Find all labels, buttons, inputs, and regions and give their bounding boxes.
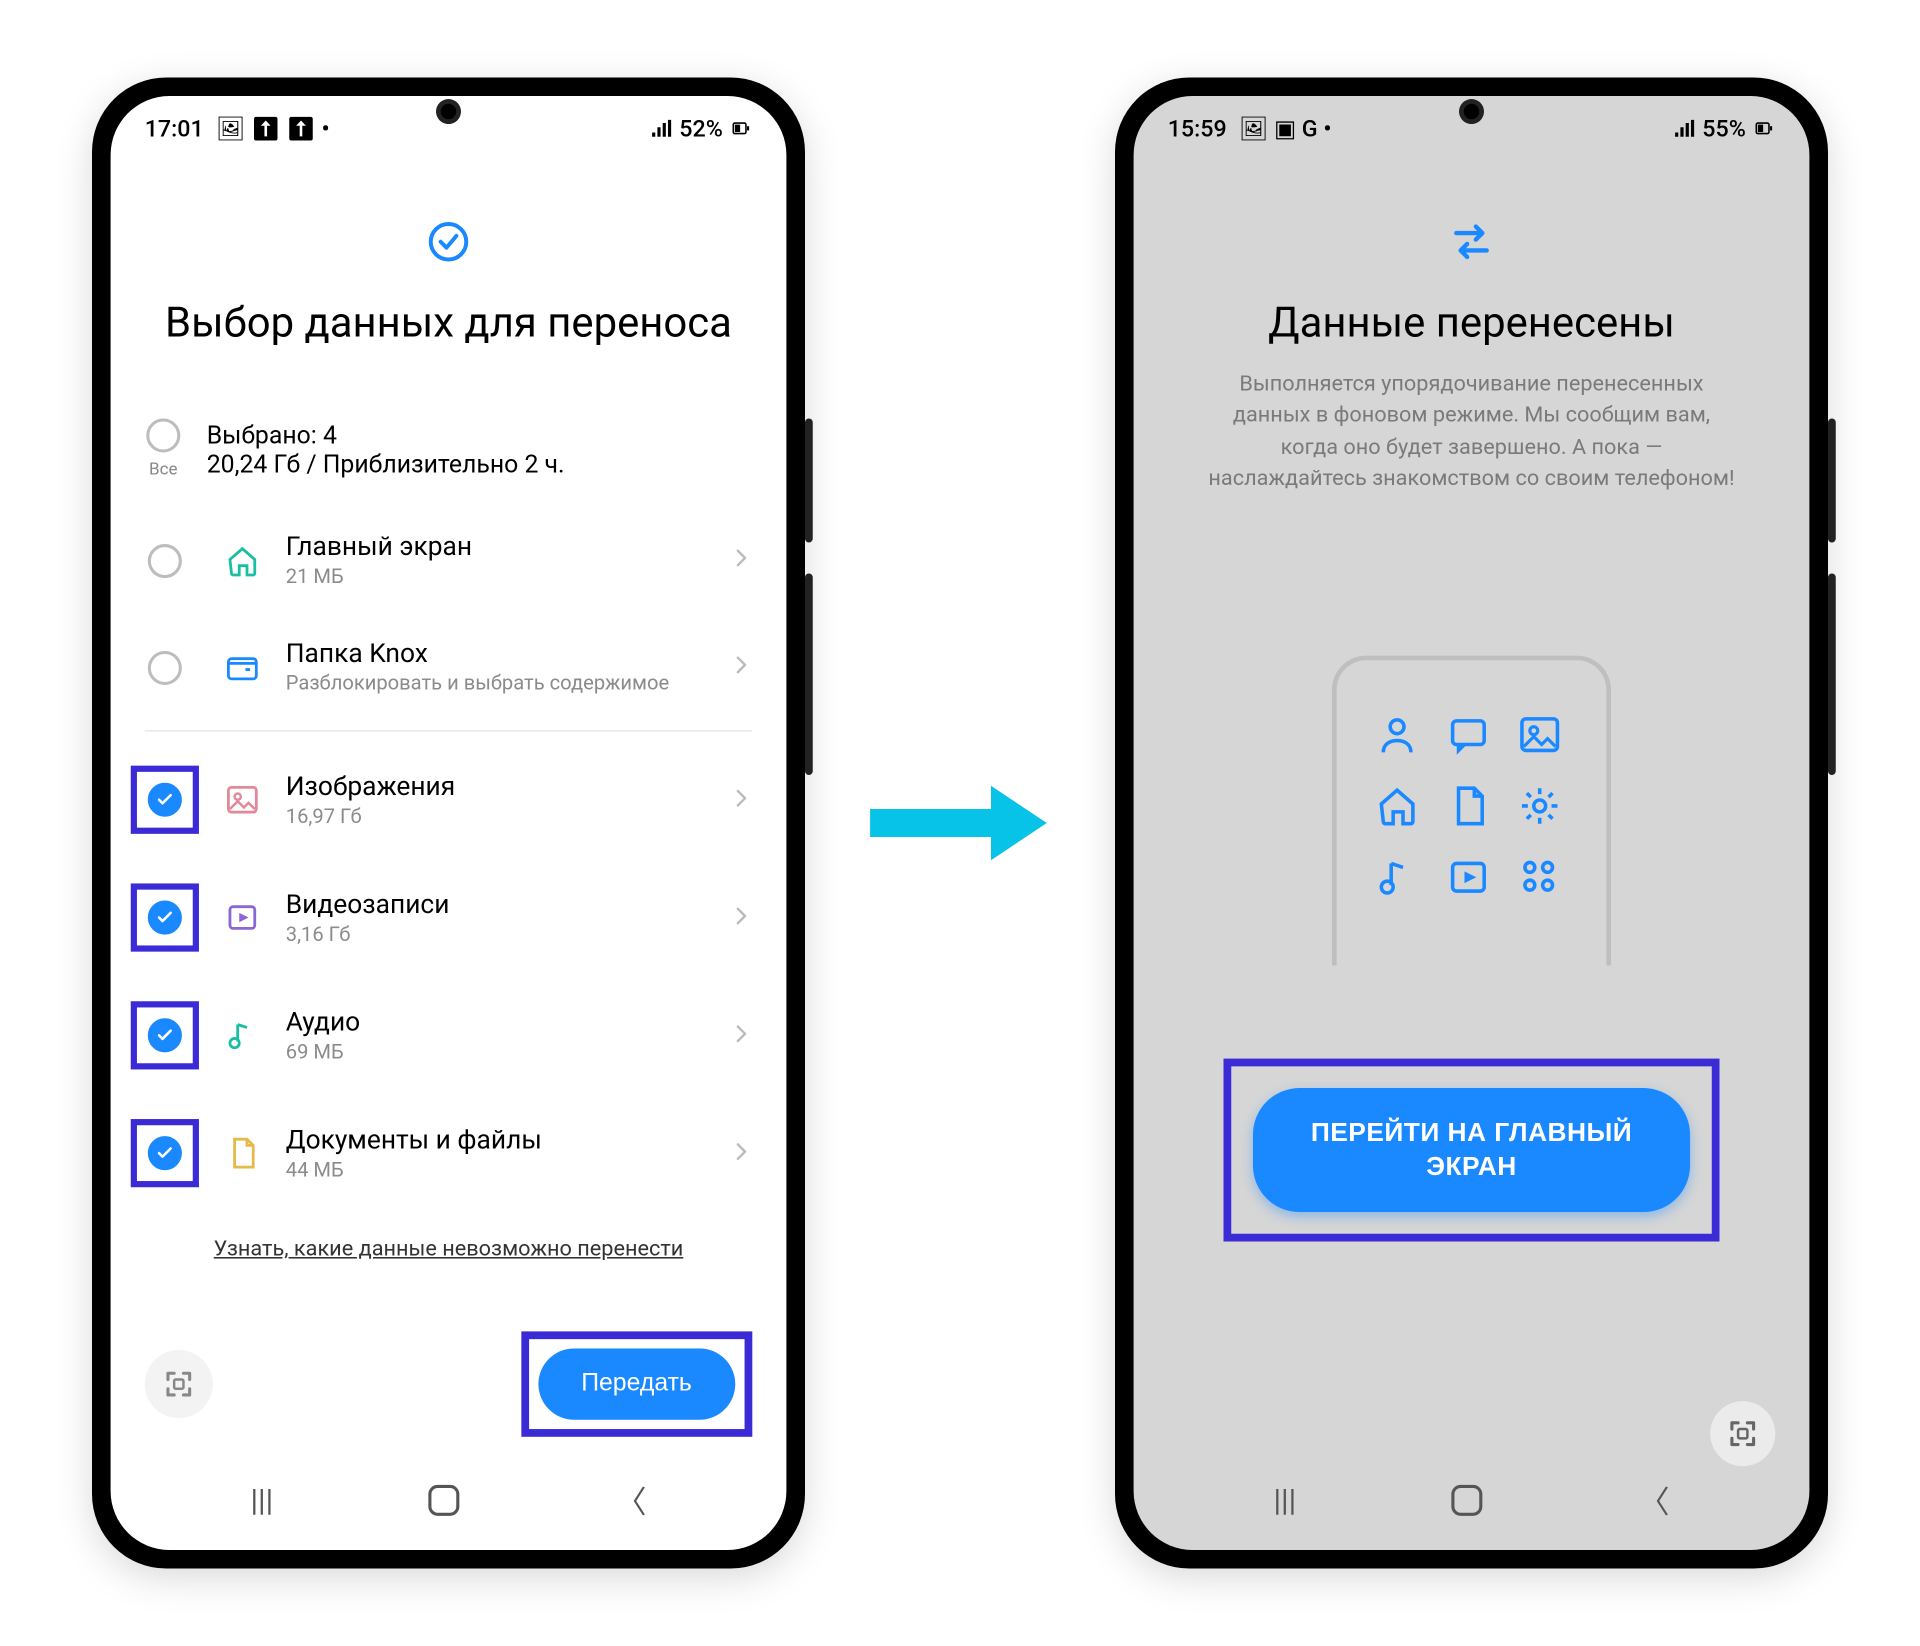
- image-icon: [1518, 713, 1561, 756]
- item-title: Аудио: [286, 1007, 706, 1038]
- scan-icon: [1726, 1417, 1760, 1451]
- selected-detail: 20,24 Гб / Приблизительно 2 ч.: [207, 449, 565, 478]
- item-checkbox[interactable]: [148, 650, 182, 684]
- page-description: Выполняется упорядочивание перенесенных …: [1171, 369, 1772, 495]
- item-title: Главный экран: [286, 532, 706, 563]
- status-icons-left: 🖼 ⬆ ⬆ •: [210, 115, 330, 143]
- phone-right: 15:59 🖼 ▣ G • 55% Данные перенесены Выпо…: [1115, 77, 1828, 1568]
- music-icon: [1375, 856, 1418, 899]
- item-title: Документы и файлы: [286, 1124, 706, 1155]
- status-battery: 52%: [679, 115, 723, 143]
- selection-summary[interactable]: Все Выбрано: 4 20,24 Гб / Приблизительно…: [145, 384, 753, 506]
- data-row-folder[interactable]: Папка Knox Разблокировать и выбрать содер…: [145, 614, 753, 721]
- doc-icon: [1447, 785, 1490, 828]
- checkbox-highlight: [131, 1119, 199, 1187]
- data-row-video[interactable]: Видеозаписи 3,16 Гб: [145, 859, 753, 977]
- item-checkbox[interactable]: [148, 1136, 182, 1170]
- divider: [145, 730, 753, 732]
- selected-count: Выбрано: 4: [207, 419, 565, 448]
- checkbox-highlight: [131, 883, 199, 951]
- primary-button-highlight: ПЕРЕЙТИ НА ГЛАВНЫЙ ЭКРАН: [1224, 1059, 1720, 1242]
- nav-home[interactable]: [429, 1484, 460, 1515]
- nav-back[interactable]: 〈: [616, 1477, 647, 1522]
- folder-icon: [224, 649, 261, 686]
- music-icon: [224, 1017, 261, 1054]
- item-sub: 44 МБ: [286, 1159, 706, 1182]
- chevron-right-icon: [731, 1021, 753, 1050]
- page-title: Данные перенесены: [1171, 298, 1772, 348]
- transfer-button-highlight: Передать: [521, 1331, 753, 1436]
- doc-icon: [224, 1135, 261, 1172]
- item-sub: 3,16 Гб: [286, 923, 706, 946]
- data-row-music[interactable]: Аудио 69 МБ: [145, 976, 753, 1094]
- scan-button[interactable]: [1710, 1401, 1775, 1466]
- camera-punchhole: [1459, 99, 1484, 124]
- scan-icon: [162, 1367, 196, 1401]
- header: Данные перенесены Выполняется упорядочив…: [1134, 152, 1810, 532]
- data-row-home[interactable]: Главный экран 21 МБ: [145, 507, 753, 614]
- transferred-categories-illustration: [1332, 656, 1611, 966]
- home-icon: [1375, 785, 1418, 828]
- check-circle-icon: [427, 220, 470, 263]
- item-checkbox[interactable]: [148, 901, 182, 935]
- scan-button[interactable]: [145, 1350, 213, 1418]
- swap-icon: [1450, 220, 1493, 263]
- chevron-right-icon: [731, 1138, 753, 1167]
- video-icon: [224, 899, 261, 936]
- page-title: Выбор данных для переноса: [148, 298, 749, 348]
- go-home-button[interactable]: ПЕРЕЙТИ НА ГЛАВНЫЙ ЭКРАН: [1253, 1088, 1690, 1212]
- nav-bar: ||| 〈: [111, 1455, 787, 1550]
- gear-icon: [1518, 785, 1561, 828]
- nav-bar: ||| 〈: [1134, 1455, 1810, 1550]
- data-row-doc[interactable]: Документы и файлы 44 МБ: [145, 1094, 753, 1212]
- select-all-radio[interactable]: [146, 418, 180, 452]
- item-sub: 16,97 Гб: [286, 805, 706, 828]
- status-battery: 55%: [1702, 115, 1746, 143]
- select-all-label: Все: [149, 459, 178, 479]
- status-time: 15:59: [1168, 115, 1227, 143]
- nav-recents[interactable]: |||: [250, 1481, 273, 1518]
- chevron-right-icon: [731, 785, 753, 814]
- item-sub: 69 МБ: [286, 1041, 706, 1064]
- arrow-icon: [867, 780, 1053, 867]
- nav-recents[interactable]: |||: [1273, 1481, 1296, 1518]
- checkbox-highlight: [131, 1001, 199, 1069]
- camera-punchhole: [436, 99, 461, 124]
- chevron-right-icon: [731, 546, 753, 575]
- header: Выбор данных для переноса: [111, 152, 787, 384]
- signal-icon: [1673, 117, 1696, 140]
- item-title: Папка Knox: [286, 639, 706, 670]
- cannot-transfer-link[interactable]: Узнать, какие данные невозможно перенест…: [145, 1212, 753, 1293]
- transfer-button[interactable]: Передать: [538, 1348, 735, 1419]
- person-icon: [1375, 713, 1418, 756]
- signal-icon: [650, 117, 673, 140]
- item-checkbox[interactable]: [148, 783, 182, 817]
- chevron-right-icon: [731, 903, 753, 932]
- status-icons-left: 🖼 ▣ G •: [1233, 115, 1332, 143]
- data-row-image[interactable]: Изображения 16,97 Гб: [145, 741, 753, 859]
- item-sub: Разблокировать и выбрать содержимое: [286, 673, 706, 696]
- nav-back[interactable]: 〈: [1639, 1477, 1670, 1522]
- checkbox-highlight: [131, 766, 199, 834]
- apps-icon: [1518, 856, 1561, 899]
- item-checkbox[interactable]: [148, 543, 182, 577]
- nav-home[interactable]: [1452, 1484, 1483, 1515]
- item-checkbox[interactable]: [148, 1018, 182, 1052]
- chat-icon: [1447, 713, 1490, 756]
- home-icon: [224, 542, 261, 579]
- item-title: Изображения: [286, 771, 706, 802]
- phone-left: 17:01 🖼 ⬆ ⬆ • 52% Выбор данных для перен…: [92, 77, 805, 1568]
- item-sub: 21 МБ: [286, 566, 706, 589]
- battery-icon: [1752, 117, 1775, 140]
- video-icon: [1447, 856, 1490, 899]
- battery-icon: [729, 117, 752, 140]
- chevron-right-icon: [731, 653, 753, 682]
- item-title: Видеозаписи: [286, 889, 706, 920]
- status-time: 17:01: [145, 115, 204, 143]
- image-icon: [224, 781, 261, 818]
